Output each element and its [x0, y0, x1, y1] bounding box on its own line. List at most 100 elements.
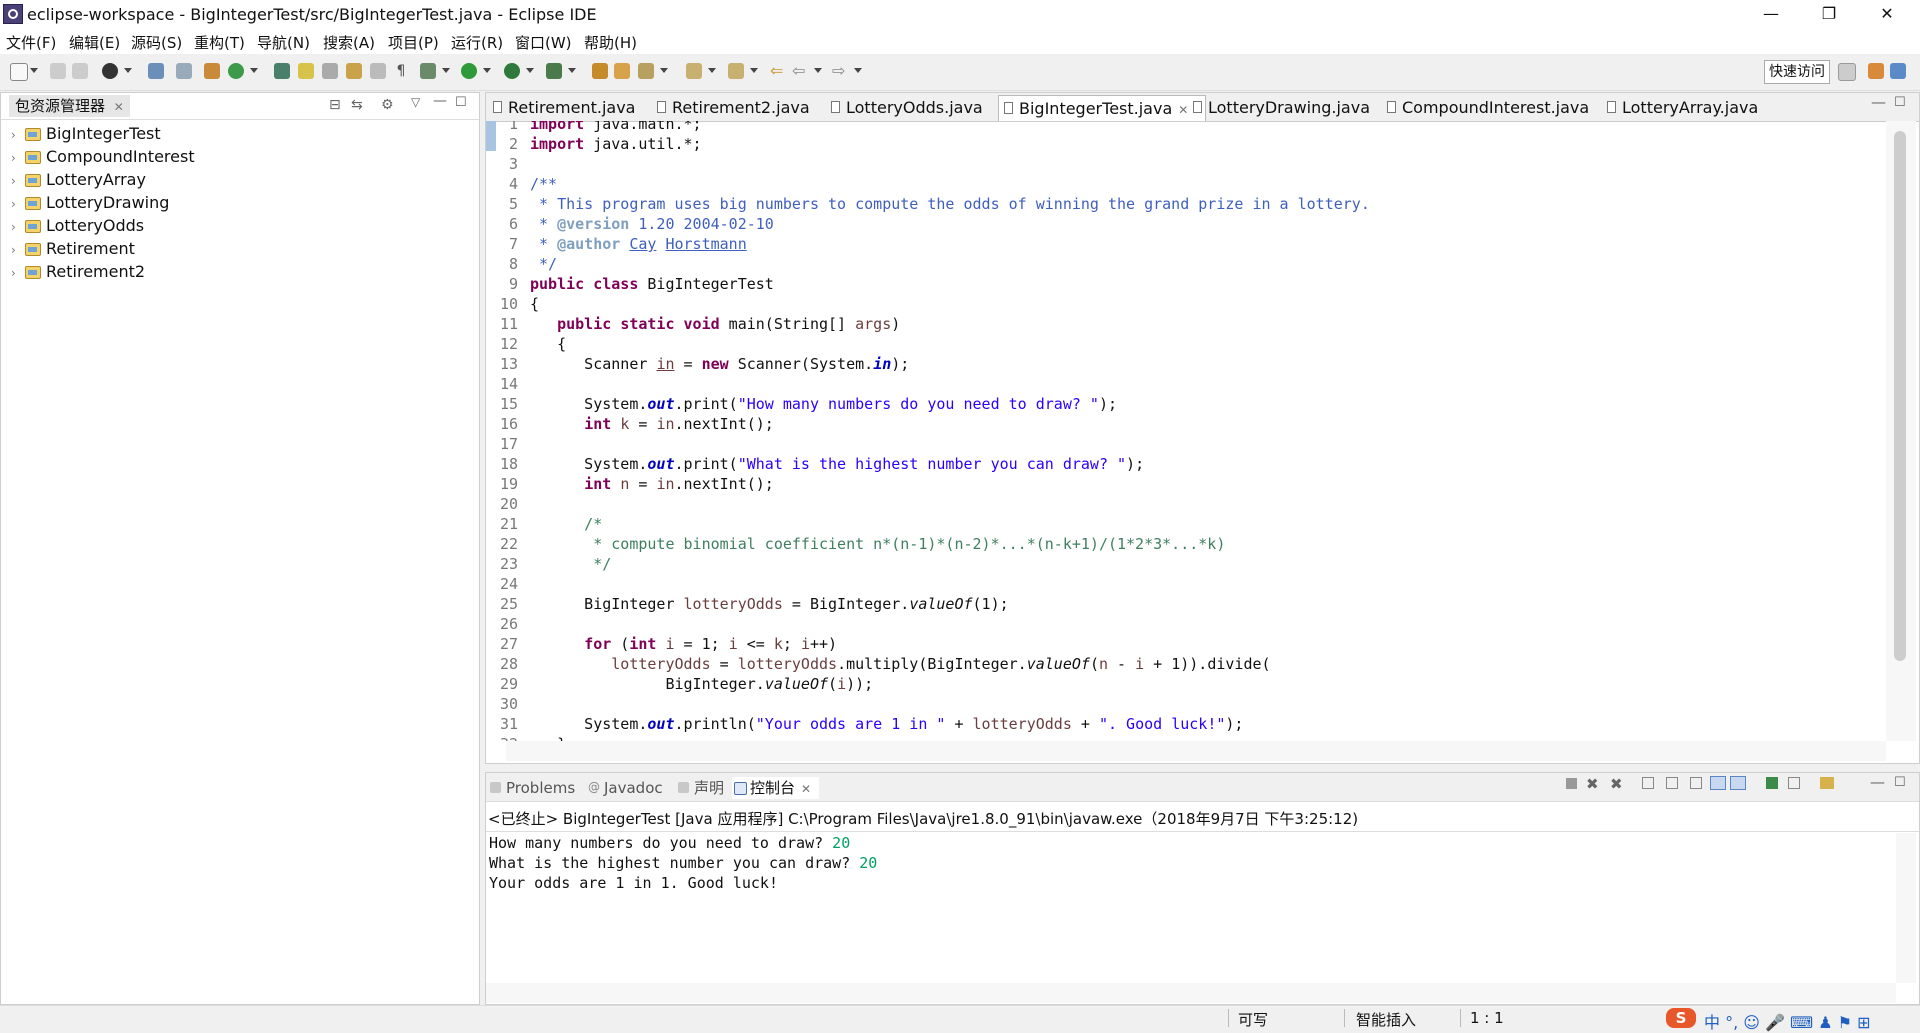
link-with-editor-icon[interactable]: ⇆: [351, 97, 363, 113]
chevron-right-icon[interactable]: ›: [11, 262, 25, 284]
chevron-right-icon[interactable]: ›: [11, 170, 25, 192]
save-icon[interactable]: [50, 63, 66, 79]
open-perspective-icon[interactable]: [1838, 63, 1856, 81]
save-all-icon[interactable]: [72, 63, 88, 79]
prev-annotation-dropdown-icon[interactable]: [750, 68, 758, 73]
minimize-view-icon[interactable]: —: [1870, 773, 1885, 791]
project-item-retirement[interactable]: › Retirement: [11, 238, 135, 260]
tab-lotteryodds[interactable]: LotteryOdds.java: [826, 95, 1016, 120]
java-perspective-icon[interactable]: [1890, 63, 1906, 79]
open-console-icon[interactable]: [1820, 777, 1834, 789]
profile-icon[interactable]: [102, 63, 118, 79]
run-dropdown-icon[interactable]: [483, 68, 491, 73]
new-java-project-icon[interactable]: [204, 63, 220, 79]
clear-console-icon[interactable]: [1642, 777, 1654, 789]
chevron-right-icon[interactable]: ›: [11, 124, 25, 146]
maximize-view-icon[interactable]: ☐: [1894, 95, 1906, 110]
java-ee-perspective-icon[interactable]: [1868, 63, 1884, 79]
forward-icon[interactable]: ⇨: [832, 63, 848, 79]
remove-all-icon[interactable]: ✖: [1610, 775, 1623, 793]
menu-refactor[interactable]: 重构(T): [194, 32, 245, 53]
last-edit-icon[interactable]: ⇐: [770, 63, 786, 79]
next-annotation-dropdown-icon[interactable]: [708, 68, 716, 73]
project-item-lotterydrawing[interactable]: › LotteryDrawing: [11, 192, 169, 214]
menu-help[interactable]: 帮助(H): [584, 32, 637, 53]
open-type-icon[interactable]: [274, 63, 290, 79]
show-on-error-icon[interactable]: [1730, 776, 1746, 790]
prev-annotation-icon[interactable]: [728, 63, 744, 79]
chevron-down-icon[interactable]: ▽: [411, 95, 420, 109]
tab-lotteryarray[interactable]: LotteryArray.java: [1602, 95, 1782, 120]
new-icon[interactable]: [10, 63, 28, 81]
pilcrow-icon[interactable]: ¶: [393, 63, 409, 79]
close-button[interactable]: ✕: [1864, 0, 1910, 30]
tab-javadoc[interactable]: @ Javadoc: [586, 777, 663, 799]
debug-icon[interactable]: [420, 63, 436, 79]
pen-dropdown-icon[interactable]: [660, 68, 668, 73]
editor-vertical-scrollbar[interactable]: [1886, 121, 1916, 741]
tab-bigintegertest[interactable]: BigIntegerTest.java ✕: [998, 95, 1206, 121]
coverage-dropdown-icon[interactable]: [526, 68, 534, 73]
coverage-icon[interactable]: [504, 63, 520, 79]
code-editor[interactable]: 1 import java.math.*; 2 import java.util.*…: [486, 121, 1886, 741]
run-icon[interactable]: [461, 63, 477, 79]
debug-dropdown-icon[interactable]: [442, 68, 450, 73]
show-whitespace-icon[interactable]: [370, 63, 386, 79]
minimize-view-icon[interactable]: —: [433, 93, 447, 109]
maximize-button[interactable]: ❐: [1806, 0, 1852, 30]
chevron-right-icon[interactable]: ›: [11, 147, 25, 169]
close-icon[interactable]: ✕: [114, 100, 124, 114]
menu-run[interactable]: 运行(R): [451, 32, 503, 53]
console-icon[interactable]: [148, 63, 164, 79]
menu-edit[interactable]: 编辑(E): [69, 32, 120, 53]
maximize-view-icon[interactable]: ☐: [455, 95, 467, 110]
new-class-icon[interactable]: [228, 63, 244, 79]
console-vertical-scrollbar[interactable]: [1896, 833, 1916, 983]
project-item-retirement2[interactable]: › Retirement2: [11, 261, 145, 283]
package-explorer-tab[interactable]: 包资源管理器 ✕: [9, 95, 130, 117]
tab-lotterydrawing[interactable]: LotteryDrawing.java: [1188, 95, 1398, 120]
console-horizontal-scrollbar[interactable]: [486, 983, 1896, 1003]
open-task-icon[interactable]: [592, 63, 608, 79]
menu-navigate[interactable]: 导航(N): [257, 32, 310, 53]
tab-compoundinterest[interactable]: CompoundInterest.java: [1382, 95, 1617, 120]
menu-search[interactable]: 搜索(A): [323, 32, 375, 53]
scrollbar-thumb[interactable]: [1894, 131, 1906, 661]
project-item-lotteryarray[interactable]: › LotteryArray: [11, 169, 146, 191]
close-icon[interactable]: ✕: [801, 782, 811, 796]
ime-status-icon[interactable]: 中 °, ☺ 🎤 ⌨ ♟ ⚑ ⊞: [1704, 1009, 1870, 1033]
editor-horizontal-scrollbar[interactable]: [506, 741, 1886, 761]
tab-declaration[interactable]: 声明: [676, 777, 724, 799]
profile-dropdown-icon[interactable]: [124, 68, 132, 73]
chevron-right-icon[interactable]: ›: [11, 239, 25, 261]
next-annotation-icon[interactable]: [686, 63, 702, 79]
mark-occurrences-icon[interactable]: [298, 63, 314, 79]
menu-source[interactable]: 源码(S): [131, 32, 182, 53]
back-dropdown-icon[interactable]: [814, 68, 822, 73]
menu-project[interactable]: 项目(P): [388, 32, 439, 53]
project-item-bigintegertest[interactable]: › BigIntegerTest: [11, 123, 161, 145]
display-console-icon[interactable]: [1788, 777, 1800, 789]
skip-breakpoints-icon[interactable]: [176, 63, 192, 79]
remove-launch-icon[interactable]: ✖: [1586, 775, 1599, 793]
tab-problems[interactable]: Problems: [488, 777, 575, 799]
view-menu-icon[interactable]: ⚙: [381, 97, 394, 113]
tab-console[interactable]: 控制台 ✕: [732, 777, 820, 799]
ime-logo-icon[interactable]: S: [1666, 1008, 1696, 1028]
maximize-view-icon[interactable]: ☐: [1894, 775, 1906, 790]
terminate-icon[interactable]: [1566, 778, 1577, 789]
back-icon[interactable]: ⇦: [792, 63, 808, 79]
search-icon[interactable]: [346, 63, 362, 79]
external-tools-icon[interactable]: [546, 63, 562, 79]
project-item-compoundinterest[interactable]: › CompoundInterest: [11, 146, 195, 168]
tab-retirement2[interactable]: Retirement2.java: [652, 95, 842, 120]
menu-window[interactable]: 窗口(W): [515, 32, 572, 53]
open-folder-icon[interactable]: [614, 63, 630, 79]
collapse-all-icon[interactable]: ⊟: [329, 97, 341, 113]
chevron-right-icon[interactable]: ›: [11, 193, 25, 215]
word-wrap-icon[interactable]: [1690, 777, 1702, 789]
pin-console-icon[interactable]: [1766, 777, 1778, 789]
block-select-icon[interactable]: [322, 63, 338, 79]
new-class-dropdown-icon[interactable]: [250, 68, 258, 73]
scroll-lock-icon[interactable]: [1666, 777, 1678, 789]
